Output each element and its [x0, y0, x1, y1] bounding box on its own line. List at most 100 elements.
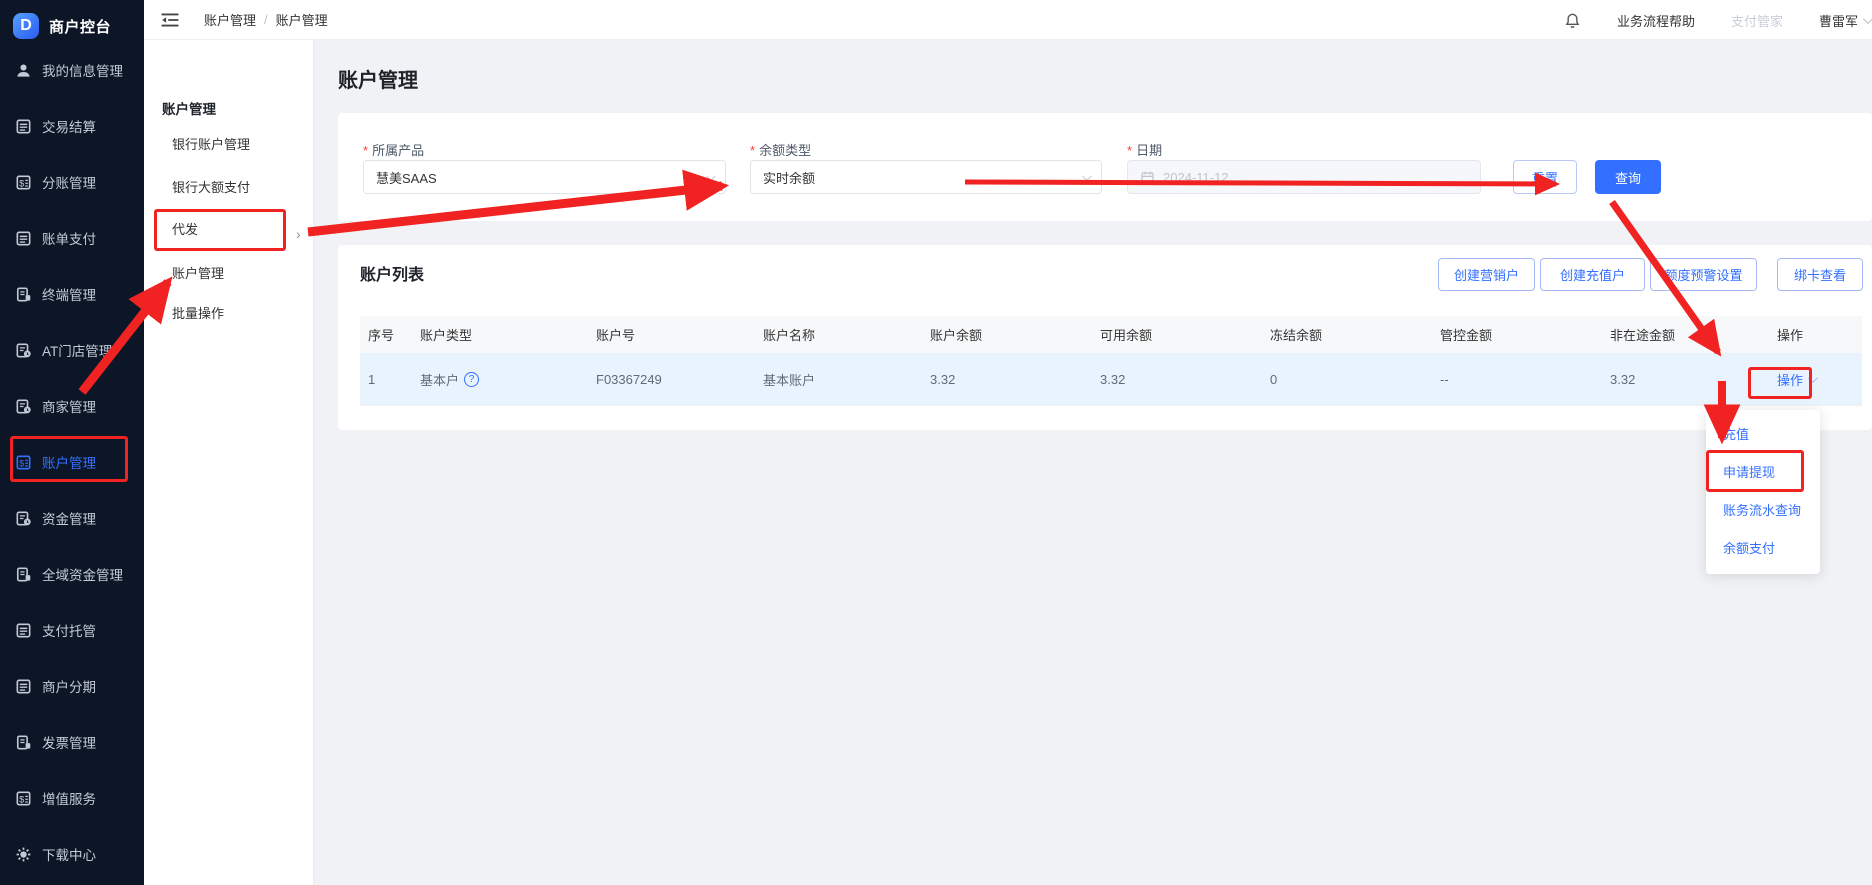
chevron-down-icon	[1863, 14, 1872, 24]
help-link[interactable]: 业务流程帮助	[1617, 11, 1695, 30]
action-dropdown-menu: 充值 申请提现 账务流水查询 余额支付	[1706, 410, 1820, 574]
cell-account-no: F03367249	[588, 372, 755, 387]
page-title: 账户管理	[338, 64, 418, 93]
create-marketing-account-button[interactable]: 创建营销户	[1438, 258, 1535, 291]
sidebar-item-label: 终端管理	[42, 284, 96, 304]
sidebar-item-label: 资金管理	[42, 508, 96, 528]
product-select-value: 慧美SAAS	[376, 168, 437, 187]
sidebar-item-label: 支付托管	[42, 620, 96, 640]
topbar-right: 业务流程帮助 支付管家 曹雷军	[1564, 0, 1872, 40]
account-list-card: 账户列表 创建营销户 创建充值户 额度预警设置 绑卡查看 序号 账户类型 账户号…	[338, 245, 1872, 430]
chevron-down-icon	[706, 171, 716, 181]
submenu-item-payout[interactable]: 代发	[172, 215, 198, 245]
col-header: 管控金额	[1432, 325, 1602, 344]
sidebar-item-terminal-management[interactable]: 终端管理	[0, 266, 144, 322]
product-select[interactable]: 慧美SAAS	[363, 160, 726, 194]
col-header: 可用余额	[1092, 325, 1262, 344]
list-icon	[15, 622, 32, 639]
sidebar-item-label: 发票管理	[42, 732, 96, 752]
help-circle-icon[interactable]: ?	[464, 372, 479, 387]
sidebar-item-merchant-installment[interactable]: 商户分期	[0, 658, 144, 714]
logo-icon: D	[13, 13, 39, 39]
menu-item-transaction-flow-query[interactable]: 账务流水查询	[1706, 492, 1820, 530]
sidebar-item-download-center[interactable]: 下载中心	[0, 826, 144, 882]
balance-type-label: * 余额类型	[750, 140, 811, 159]
app-logo[interactable]: D 商户控台	[0, 0, 144, 39]
sidebar-menu: 我的信息管理 交易结算 分账管理 账单支付 终端管理 AT门店管理 商家管理 账…	[0, 42, 144, 882]
sidebar-item-payment-custody[interactable]: 支付托管	[0, 602, 144, 658]
submenu-item-bank-large-payment[interactable]: 银行大额支付	[172, 173, 250, 203]
doc-badge-icon	[15, 734, 32, 751]
sidebar-item-account-management[interactable]: 账户管理	[0, 434, 144, 490]
cell-action: 操作	[1745, 370, 1862, 389]
query-button[interactable]: 查询	[1595, 160, 1661, 194]
sidebar-item-invoice-management[interactable]: 发票管理	[0, 714, 144, 770]
col-header: 账户余额	[922, 325, 1092, 344]
quota-alert-settings-button[interactable]: 额度预警设置	[1650, 258, 1757, 291]
label-text: 余额类型	[759, 143, 811, 158]
create-recharge-account-button[interactable]: 创建充值户	[1540, 258, 1645, 291]
sidebar-item-global-funds-management[interactable]: 全域资金管理	[0, 546, 144, 602]
submenu-item-account-management[interactable]: 账户管理	[172, 259, 224, 289]
doc-clock-icon	[15, 510, 32, 527]
reset-button[interactable]: 重置	[1513, 160, 1577, 194]
col-header: 账户名称	[755, 325, 922, 344]
sidebar-item-merchant-management[interactable]: 商家管理	[0, 378, 144, 434]
col-header: 非在途金额	[1602, 325, 1745, 344]
account-list-title: 账户列表	[360, 261, 424, 285]
menu-fold-icon[interactable]	[160, 11, 180, 29]
product-label: *所属产品	[363, 140, 424, 159]
sidebar-item-label: 账户管理	[42, 452, 96, 472]
date-input: 2024-11-12	[1127, 160, 1481, 194]
main-sidebar: D 商户控台 我的信息管理 交易结算 分账管理 账单支付 终端管理 AT门店管理…	[0, 0, 144, 885]
breadcrumb-separator: /	[264, 12, 268, 27]
sidebar-item-at-store-management[interactable]: AT门店管理	[0, 322, 144, 378]
col-header: 序号	[360, 325, 412, 344]
date-label: *日期	[1127, 140, 1162, 159]
submenu: 账户管理 银行账户管理 银行大额支付 代发 账户管理 批量操作 ›	[144, 40, 314, 885]
col-header: 操作	[1745, 325, 1862, 344]
required-marker: *	[750, 143, 755, 158]
sidebar-item-ledger-management[interactable]: 分账管理	[0, 154, 144, 210]
sidebar-item-label: 交易结算	[42, 116, 96, 136]
sidebar-item-label: 增值服务	[42, 788, 96, 808]
user-menu[interactable]: 曹雷军	[1819, 11, 1870, 30]
sidebar-item-funds-management[interactable]: 资金管理	[0, 490, 144, 546]
card-binding-view-button[interactable]: 绑卡查看	[1777, 258, 1863, 291]
menu-item-withdraw-apply[interactable]: 申请提现	[1706, 454, 1820, 492]
sidebar-item-label: 账单支付	[42, 228, 96, 248]
calendar-icon	[1140, 170, 1155, 185]
sidebar-item-transaction-settlement[interactable]: 交易结算	[0, 98, 144, 154]
menu-item-recharge[interactable]: 充值	[1706, 416, 1820, 454]
cell-account-type: 基本户 ?	[412, 370, 588, 389]
sidebar-item-my-info[interactable]: 我的信息管理	[0, 42, 144, 98]
bell-icon[interactable]	[1564, 12, 1581, 29]
sidebar-item-label: 商家管理	[42, 396, 96, 416]
col-header: 冻结余额	[1262, 325, 1432, 344]
chevron-down-icon	[1082, 171, 1092, 181]
submenu-item-bank-account-management[interactable]: 银行账户管理	[172, 130, 250, 160]
table-row: 1 基本户 ? F03367249 基本账户 3.32 3.32 0 -- 3.…	[360, 353, 1862, 406]
sidebar-item-bill-payment[interactable]: 账单支付	[0, 210, 144, 266]
money-list-icon	[15, 790, 32, 807]
sidebar-item-label: 分账管理	[42, 172, 96, 192]
cell-index: 1	[360, 372, 412, 387]
cell-account-balance: 3.32	[922, 372, 1092, 387]
row-action-link[interactable]: 操作	[1777, 370, 1815, 389]
balance-type-select[interactable]: 实时余额	[750, 160, 1102, 194]
breadcrumb-item[interactable]: 账户管理	[204, 10, 256, 29]
expand-arrow-icon[interactable]: ›	[296, 226, 301, 242]
doc-clock-icon	[15, 398, 32, 415]
payment-assistant-link[interactable]: 支付管家	[1731, 11, 1783, 30]
list-icon	[15, 230, 32, 247]
money-list-icon	[15, 454, 32, 471]
table-header-row: 序号 账户类型 账户号 账户名称 账户余额 可用余额 冻结余额 管控金额 非在途…	[360, 316, 1862, 353]
sidebar-item-label: AT门店管理	[42, 340, 112, 360]
doc-clock-icon	[15, 342, 32, 359]
cell-non-transit-amount: 3.32	[1602, 372, 1745, 387]
username: 曹雷军	[1819, 11, 1858, 30]
submenu-item-batch-operation[interactable]: 批量操作	[172, 299, 224, 329]
submenu-group-label: 账户管理	[162, 98, 216, 118]
menu-item-balance-payment[interactable]: 余额支付	[1706, 530, 1820, 568]
sidebar-item-value-added-services[interactable]: 增值服务	[0, 770, 144, 826]
